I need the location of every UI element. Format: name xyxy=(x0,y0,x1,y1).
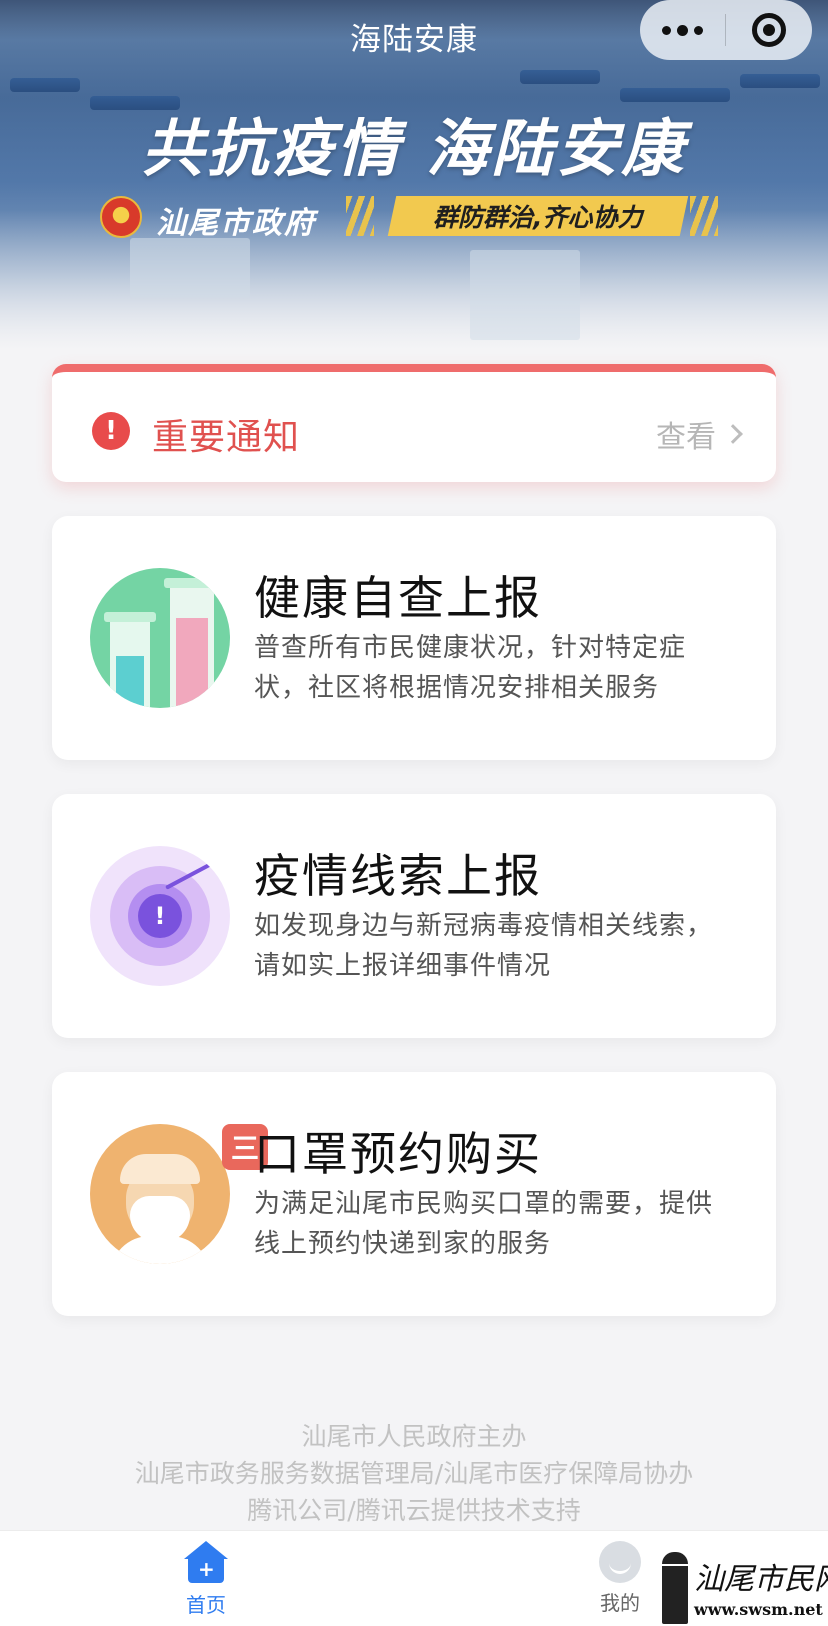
stripe-decoration xyxy=(690,196,718,236)
tab-home-label: 首页 xyxy=(186,1593,226,1617)
user-avatar-icon xyxy=(599,1541,641,1583)
card-description: 为满足汕尾市民购买口罩的需要，提供线上预约快递到家的服务 xyxy=(254,1189,714,1259)
alert-icon: ! xyxy=(92,412,130,450)
site-watermark: 汕尾市民网 www.swsm.net xyxy=(660,1548,828,1626)
home-icon: + xyxy=(182,1541,230,1585)
watermark-text: 汕尾市民网 xyxy=(694,1562,828,1597)
boat-decoration xyxy=(520,70,600,84)
tab-home[interactable]: + 首页 xyxy=(136,1541,276,1618)
government-name: 汕尾市政府 xyxy=(156,206,316,241)
page-footer: 汕尾市人民政府主办 汕尾市政务服务数据管理局/汕尾市医疗保障局协办 腾讯公司/腾… xyxy=(0,1418,828,1529)
notice-view-link[interactable]: 查看 xyxy=(656,412,743,456)
card-description: 如发现身边与新冠病毒疫情相关线索，请如实上报详细事件情况 xyxy=(254,911,714,981)
more-menu-icon[interactable] xyxy=(640,0,725,60)
notice-title: 重要通知 xyxy=(152,417,301,458)
important-notice-bar[interactable]: ! 重要通知 查看 xyxy=(52,364,776,482)
miniprogram-capsule xyxy=(640,0,812,60)
epidemic-clue-card[interactable]: ! 疫情线索上报 如发现身边与新冠病毒疫情相关线索，请如实上报详细事件情况 xyxy=(52,794,776,1038)
mask-purchase-card[interactable]: 三 口罩预约购买 为满足汕尾市民购买口罩的需要，提供线上预约快递到家的服务 xyxy=(52,1072,776,1316)
card-title: 疫情线索上报 xyxy=(254,849,542,903)
stripe-decoration xyxy=(346,196,374,236)
card-title: 健康自查上报 xyxy=(254,571,542,625)
card-title: 口罩预约购买 xyxy=(254,1127,542,1181)
silhouette-icon xyxy=(662,1552,688,1624)
hero-motto-banner: 群防群治,齐心协力 xyxy=(387,196,689,236)
hero-motto: 群防群治,齐心协力 xyxy=(433,203,643,232)
boat-decoration xyxy=(740,74,820,88)
national-emblem-icon xyxy=(100,196,142,238)
hero-banner: 海陆安康 共抗疫情 海陆安康 汕尾市政府 群防群治,齐心协力 xyxy=(0,0,828,350)
chevron-right-icon xyxy=(723,424,743,444)
watermark-url: www.swsm.net xyxy=(694,1600,823,1619)
notice-view-label: 查看 xyxy=(656,420,716,455)
boat-decoration xyxy=(10,78,80,92)
dock-decoration xyxy=(130,238,250,298)
card-description: 普查所有市民健康状况，针对特定症状，社区将根据情况安排相关服务 xyxy=(254,633,687,703)
test-tubes-icon xyxy=(90,568,230,708)
masked-doctor-icon xyxy=(90,1124,230,1264)
footer-line: 汕尾市人民政府主办 xyxy=(301,1422,527,1451)
footer-line: 汕尾市政务服务数据管理局/汕尾市医疗保障局协办 xyxy=(134,1459,694,1488)
health-report-card[interactable]: 健康自查上报 普查所有市民健康状况，针对特定症状，社区将根据情况安排相关服务 xyxy=(52,516,776,760)
dock-decoration xyxy=(470,250,580,340)
hero-slogan: 共抗疫情 海陆安康 xyxy=(141,112,687,185)
close-miniprogram-icon[interactable] xyxy=(726,0,812,60)
radar-alert-icon: ! xyxy=(90,846,230,986)
footer-line: 腾讯公司/腾讯云提供技术支持 xyxy=(247,1496,581,1525)
